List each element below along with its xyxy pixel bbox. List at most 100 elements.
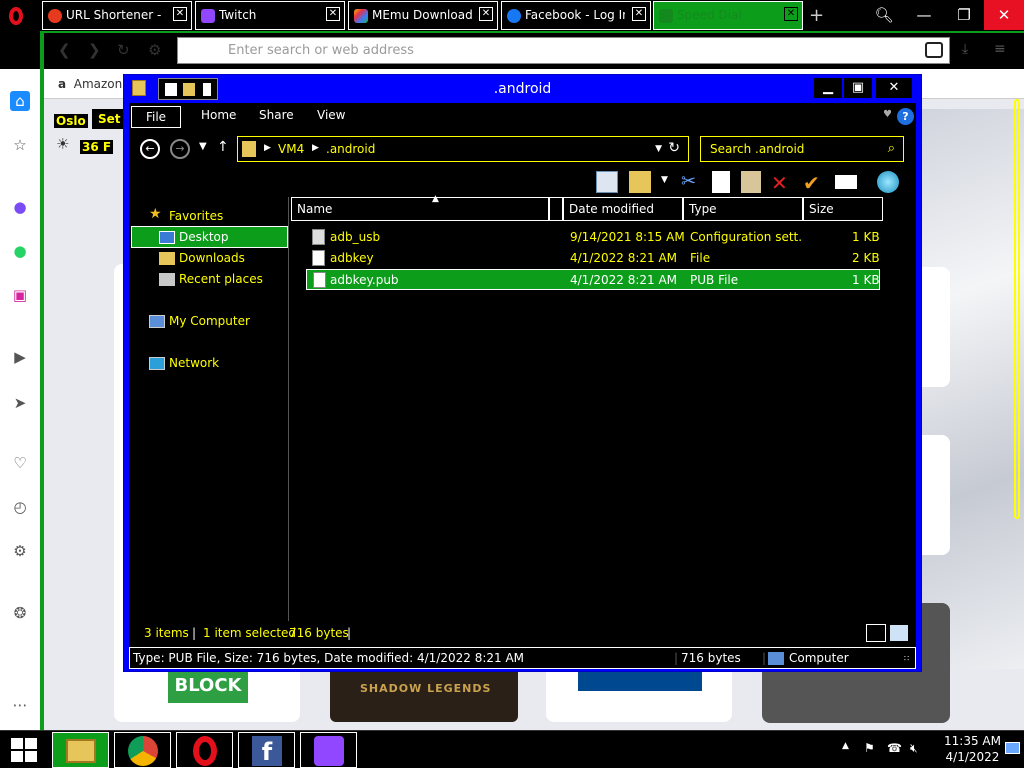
easy-menu-icon[interactable]: ≡ (994, 41, 1006, 57)
reload-icon[interactable]: ↻ (117, 41, 130, 59)
history-icon[interactable]: ◴ (10, 497, 30, 517)
hr-block-tile[interactable]: BLOCK (168, 669, 248, 703)
details-view-icon[interactable] (866, 624, 886, 642)
up-arrow-icon[interactable]: ↑ (217, 139, 229, 155)
instagram-icon[interactable]: ▣ (10, 285, 30, 305)
column-type[interactable]: Type (683, 197, 803, 221)
column-name[interactable]: Name ▲ (291, 194, 549, 221)
messenger-icon[interactable]: ● (10, 197, 30, 217)
organize-dropdown-icon[interactable]: ▼ (661, 175, 668, 185)
action-center-icon[interactable]: ⚑ (864, 741, 875, 755)
tab-file[interactable]: File (131, 106, 181, 128)
taskbar-twitch[interactable] (300, 732, 357, 768)
explorer-maximize-button[interactable]: ▣ (844, 78, 872, 98)
tab-close-icon[interactable]: ✕ (326, 7, 340, 21)
snapshot-icon[interactable] (925, 42, 943, 58)
search-input[interactable]: Search .android ⌕ (700, 136, 904, 162)
tab-close-icon[interactable]: ✕ (479, 7, 493, 21)
bookmark-amazon[interactable]: a Amazon (58, 77, 122, 91)
scrollbar[interactable] (1014, 99, 1020, 519)
tab-view[interactable]: View (317, 108, 345, 122)
file-row[interactable]: adb_usb 9/14/2021 8:15 AM Configuration … (306, 227, 880, 248)
weather-city[interactable]: Oslo (54, 114, 88, 128)
explorer-close-button[interactable]: ✕ (876, 78, 912, 98)
tab-facebook[interactable]: Facebook - Log In ✕ (501, 1, 651, 30)
new-tab-button[interactable]: + (809, 5, 824, 26)
tab-twitch[interactable]: Twitch ✕ (195, 1, 345, 30)
column-splitter[interactable] (549, 197, 563, 221)
tab-memu[interactable]: MEmu Download ✕ (348, 1, 498, 30)
weather-set-button[interactable]: Set (92, 109, 127, 129)
back-arrow-icon[interactable]: ← (140, 139, 160, 159)
tab-speed-dial[interactable]: Speed Dial ✕ (653, 1, 803, 30)
nav-downloads[interactable]: Downloads (179, 251, 245, 265)
tab-close-icon[interactable]: ✕ (632, 7, 646, 21)
file-row[interactable]: adbkey 4/1/2022 8:21 AM File 2 KB (306, 248, 880, 269)
tab-share[interactable]: Share (259, 108, 294, 122)
download-icon[interactable]: ⤓ (962, 41, 968, 57)
paste-icon[interactable] (741, 171, 761, 193)
column-date-modified[interactable]: Date modified (563, 197, 683, 221)
network-tray-icon[interactable]: ☎ (887, 741, 902, 755)
breadcrumb-vm4[interactable]: VM4 (278, 142, 304, 156)
help-icon[interactable]: ? (897, 108, 914, 125)
network-globe-icon[interactable] (877, 171, 899, 193)
nav-my-computer[interactable]: My Computer (169, 314, 250, 328)
delete-icon[interactable]: ✕ (771, 171, 793, 195)
opera-menu-icon[interactable] (9, 7, 23, 25)
forward-arrow-icon[interactable]: → (170, 139, 190, 159)
home-icon[interactable]: ⌂ (10, 91, 30, 111)
send-icon[interactable]: ➤ (10, 393, 30, 413)
easy-setup-icon[interactable]: ⚙ (148, 41, 161, 59)
address-breadcrumb[interactable]: ▶ VM4 ▶ .android ▼ ↻ (237, 136, 689, 162)
taskbar-chrome[interactable] (114, 732, 171, 768)
forward-icon[interactable]: ❯ (88, 41, 101, 59)
taskbar-opera[interactable] (176, 732, 233, 768)
nav-network[interactable]: Network (169, 356, 219, 370)
show-desktop-icon[interactable] (1005, 742, 1020, 754)
maximize-button[interactable]: ❐ (944, 0, 984, 30)
large-icons-view-icon[interactable] (889, 624, 909, 642)
taskbar-facebook[interactable]: f (238, 732, 295, 768)
breadcrumb-android[interactable]: .android (326, 142, 375, 156)
file-row-selected[interactable]: adbkey.pub 4/1/2022 8:21 AM PUB File 1 K… (306, 269, 880, 290)
tab-close-icon[interactable]: ✕ (173, 7, 187, 21)
rename-icon[interactable]: ✔ (803, 171, 825, 195)
tab-home[interactable]: Home (201, 108, 236, 122)
properties-icon[interactable] (835, 175, 857, 189)
url-input[interactable]: Enter search or web address (177, 37, 950, 64)
taskbar-file-explorer[interactable] (52, 732, 109, 768)
player-icon[interactable]: ▶ (10, 347, 30, 367)
settings-icon[interactable]: ⚙ (10, 541, 30, 561)
column-size[interactable]: Size (803, 197, 883, 221)
browser-close-button[interactable]: ✕ (984, 0, 1024, 30)
volume-muted-icon[interactable]: 🔇︎ (910, 741, 918, 756)
tab-close-icon[interactable]: ✕ (784, 7, 798, 21)
refresh-icon[interactable]: ↻ (668, 140, 680, 156)
raid-tile[interactable]: SHADOW LEGENDS (330, 664, 518, 722)
nav-desktop[interactable]: Desktop (179, 230, 229, 244)
whatsapp-icon[interactable]: ● (10, 241, 30, 261)
clock[interactable]: 11:35 AM 4/1/2022 (944, 733, 1001, 765)
chevron-down-icon[interactable]: ♥ (883, 109, 892, 120)
nav-recent-places[interactable]: Recent places (179, 272, 263, 286)
windows-start-icon[interactable] (11, 738, 38, 762)
back-icon[interactable]: ❮ (58, 41, 71, 59)
minimize-button[interactable]: — (904, 0, 944, 30)
explorer-minimize-button[interactable]: ▁ (814, 78, 842, 98)
preview-pane-icon[interactable] (596, 171, 618, 193)
tray-expand-icon[interactable]: ▲ (842, 741, 849, 751)
organize-icon[interactable] (629, 171, 651, 193)
recent-locations-icon[interactable]: ▼ (199, 141, 207, 152)
copy-icon[interactable] (712, 171, 730, 193)
more-icon[interactable]: ⋯ (10, 695, 30, 715)
heart-icon[interactable]: ♡ (10, 453, 30, 473)
resize-grip-icon[interactable]: ∷ (904, 654, 909, 663)
address-dropdown-icon[interactable]: ▼ (655, 144, 662, 154)
tab-search-icon[interactable]: 🔍︎ (864, 0, 904, 30)
cut-icon[interactable]: ✂ (681, 171, 703, 193)
speed-dial-icon[interactable]: ☆ (10, 135, 30, 155)
lightbulb-icon[interactable]: ❂ (10, 603, 30, 623)
nav-favorites[interactable]: Favorites (169, 209, 223, 223)
tab-url-shortener[interactable]: URL Shortener - Sh ✕ (42, 1, 192, 30)
